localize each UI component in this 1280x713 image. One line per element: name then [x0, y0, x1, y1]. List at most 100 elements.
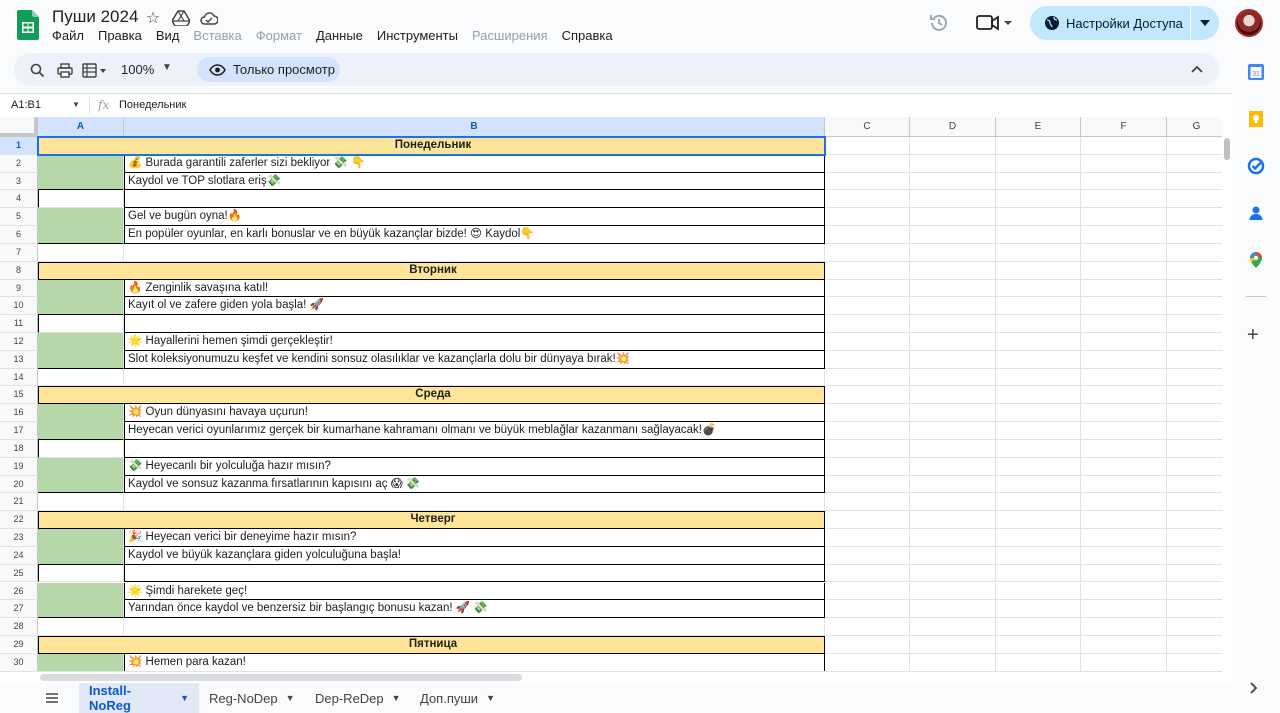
column-header-e[interactable]: E: [996, 117, 1081, 137]
empty-cell[interactable]: [1167, 315, 1222, 333]
add-addon-icon[interactable]: +: [1247, 325, 1259, 345]
empty-cell[interactable]: [825, 529, 910, 547]
empty-cell[interactable]: [910, 493, 996, 512]
tab-extra-pushes[interactable]: Доп.пуши ▼: [410, 683, 505, 713]
empty-cell[interactable]: [825, 243, 910, 262]
empty-cell[interactable]: [1081, 546, 1167, 565]
empty-cell[interactable]: [996, 493, 1081, 512]
empty-cell[interactable]: [825, 582, 910, 601]
cell-a[interactable]: [38, 172, 124, 191]
empty-cell[interactable]: [1081, 422, 1167, 440]
empty-cell[interactable]: [825, 172, 910, 191]
empty-cell[interactable]: [910, 172, 996, 191]
row-header[interactable]: 22: [0, 511, 38, 530]
empty-cell[interactable]: [1081, 243, 1167, 262]
message-cell[interactable]: Kayıt ol ve zafere giden yola başla! 🚀: [124, 297, 825, 316]
cell-a[interactable]: [38, 475, 124, 494]
empty-cell[interactable]: [825, 368, 910, 387]
avatar[interactable]: [1235, 9, 1263, 37]
tab-dep-redep[interactable]: Dep-ReDep ▼: [305, 683, 411, 713]
empty-cell[interactable]: [825, 618, 910, 636]
tasks-icon[interactable]: [1247, 157, 1265, 175]
empty-cell[interactable]: [1081, 439, 1167, 458]
empty-cell[interactable]: [825, 297, 910, 316]
empty-cell[interactable]: [910, 600, 996, 619]
cell-a[interactable]: [38, 279, 124, 298]
row-header[interactable]: 5: [0, 208, 38, 227]
empty-cell[interactable]: [1081, 190, 1167, 209]
empty-cell[interactable]: [825, 333, 910, 351]
empty-cell[interactable]: [996, 279, 1081, 298]
empty-cell[interactable]: [1081, 208, 1167, 227]
message-cell[interactable]: [124, 190, 825, 209]
empty-cell[interactable]: [825, 404, 910, 423]
cell-a[interactable]: [38, 368, 124, 387]
empty-cell[interactable]: [825, 386, 910, 405]
empty-cell[interactable]: [1081, 279, 1167, 298]
empty-cell[interactable]: [910, 190, 996, 209]
empty-cell[interactable]: [1167, 297, 1222, 316]
horizontal-scrollbar[interactable]: [0, 671, 1222, 683]
row-header[interactable]: 13: [0, 350, 38, 369]
empty-cell[interactable]: [825, 653, 910, 671]
empty-cell[interactable]: [825, 564, 910, 583]
cell-a[interactable]: [38, 422, 124, 440]
empty-cell[interactable]: [1081, 511, 1167, 530]
empty-cell[interactable]: [1167, 190, 1222, 209]
message-cell[interactable]: Heyecan verici oyunlarımız gerçek bir ku…: [124, 422, 825, 440]
row-header[interactable]: 3: [0, 172, 38, 191]
empty-cell[interactable]: [825, 439, 910, 458]
empty-cell[interactable]: [1167, 333, 1222, 351]
empty-cell[interactable]: [1167, 547, 1222, 565]
empty-cell[interactable]: [996, 457, 1081, 476]
day-header-cell[interactable]: Четверг: [38, 511, 825, 530]
empty-cell[interactable]: [1167, 369, 1222, 387]
day-header-cell[interactable]: Вторник: [38, 261, 825, 280]
empty-cell[interactable]: [910, 635, 996, 654]
empty-cell[interactable]: [1081, 493, 1167, 512]
empty-cell[interactable]: [1167, 440, 1222, 458]
empty-cell[interactable]: [825, 137, 910, 155]
empty-cell[interactable]: [1167, 476, 1222, 494]
empty-cell[interactable]: [1167, 208, 1222, 227]
empty-cell[interactable]: [1167, 583, 1222, 601]
empty-cell[interactable]: [910, 457, 996, 476]
spreadsheet-grid[interactable]: A B C D E F G 1 Понедельник 2 💰 Burada garantili z…: [0, 117, 1222, 671]
row-header[interactable]: 11: [0, 315, 38, 333]
print-icon[interactable]: [56, 61, 74, 79]
row-header[interactable]: 21: [0, 493, 38, 512]
chevron-down-icon[interactable]: ▼: [392, 693, 401, 703]
empty-cell[interactable]: [825, 154, 910, 173]
empty-cell[interactable]: [996, 618, 1081, 636]
row-header[interactable]: 20: [0, 475, 38, 494]
empty-cell[interactable]: [1081, 564, 1167, 583]
message-cell[interactable]: 🌟 Şimdi harekete geç!: [124, 582, 825, 601]
empty-cell[interactable]: [1167, 565, 1222, 583]
all-sheets-icon[interactable]: [44, 691, 60, 705]
empty-cell[interactable]: [996, 653, 1081, 671]
row-header[interactable]: 12: [0, 333, 38, 351]
empty-cell[interactable]: [996, 350, 1081, 369]
chevron-down-icon[interactable]: ▼: [286, 693, 295, 703]
empty-cell[interactable]: [1167, 226, 1222, 244]
empty-cell[interactable]: [996, 475, 1081, 494]
empty-cell[interactable]: [1081, 618, 1167, 636]
empty-cell[interactable]: [996, 386, 1081, 405]
cell-a[interactable]: [38, 653, 124, 671]
cell-a[interactable]: [38, 243, 124, 262]
keep-icon[interactable]: [1247, 110, 1265, 128]
day-header-cell[interactable]: Пятница: [38, 635, 825, 654]
row-header[interactable]: 29: [0, 635, 38, 654]
empty-cell[interactable]: [1167, 636, 1222, 654]
row-header[interactable]: 25: [0, 564, 38, 583]
message-cell[interactable]: [124, 493, 825, 512]
empty-cell[interactable]: [1081, 226, 1167, 244]
menu-help[interactable]: Справка: [562, 28, 613, 43]
row-header[interactable]: 10: [0, 297, 38, 316]
empty-cell[interactable]: [910, 333, 996, 351]
message-cell[interactable]: [124, 439, 825, 458]
formula-input[interactable]: Понедельник: [119, 99, 186, 111]
sheets-logo[interactable]: [17, 10, 39, 40]
move-to-drive-icon[interactable]: [171, 8, 191, 28]
row-header[interactable]: 9: [0, 279, 38, 298]
